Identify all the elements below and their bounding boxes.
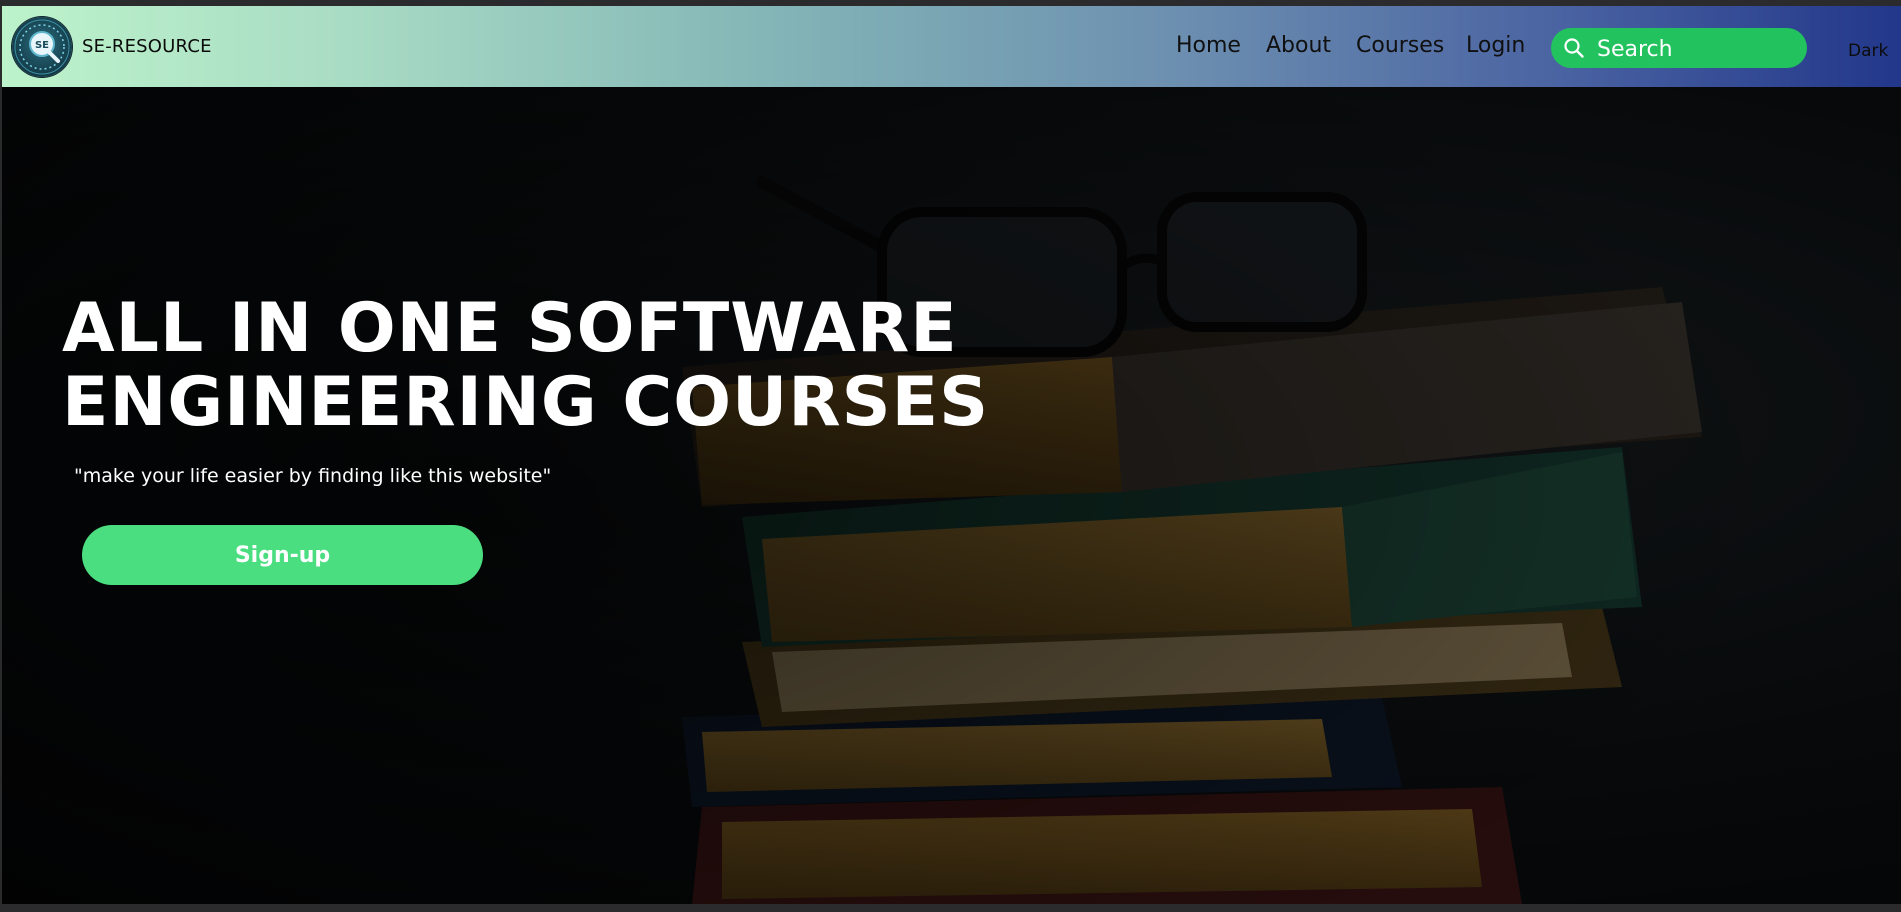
books-glasses-background-image xyxy=(2,87,1901,904)
navbar: SE SE-RESOURCE Home About Courses Login … xyxy=(2,6,1901,87)
hero-tagline: "make your life easier by finding like t… xyxy=(74,465,552,487)
hero-title-line2: ENGINEERING COURSES xyxy=(62,363,990,442)
hero-title: ALL IN ONE SOFTWARE ENGINEERING COURSES xyxy=(62,292,989,440)
nav-link-home[interactable]: Home xyxy=(1176,33,1241,58)
brand-name[interactable]: SE-RESOURCE xyxy=(82,36,212,57)
hero-section: ALL IN ONE SOFTWARE ENGINEERING COURSES … xyxy=(2,87,1901,904)
browser-viewport: SE SE-RESOURCE Home About Courses Login … xyxy=(2,6,1901,904)
nav-link-login[interactable]: Login xyxy=(1466,33,1525,58)
nav-link-courses[interactable]: Courses xyxy=(1356,33,1444,58)
nav-link-about[interactable]: About xyxy=(1266,33,1331,58)
hero-title-line1: ALL IN ONE SOFTWARE xyxy=(62,289,958,368)
svg-text:SE: SE xyxy=(35,40,49,51)
search-placeholder: Search xyxy=(1597,37,1673,62)
dark-mode-toggle[interactable]: Dark xyxy=(1848,41,1888,61)
search-icon xyxy=(1564,38,1584,58)
logo-icon[interactable]: SE xyxy=(12,17,72,77)
search-input[interactable]: Search xyxy=(1551,28,1807,68)
signup-button[interactable]: Sign-up xyxy=(82,525,483,585)
